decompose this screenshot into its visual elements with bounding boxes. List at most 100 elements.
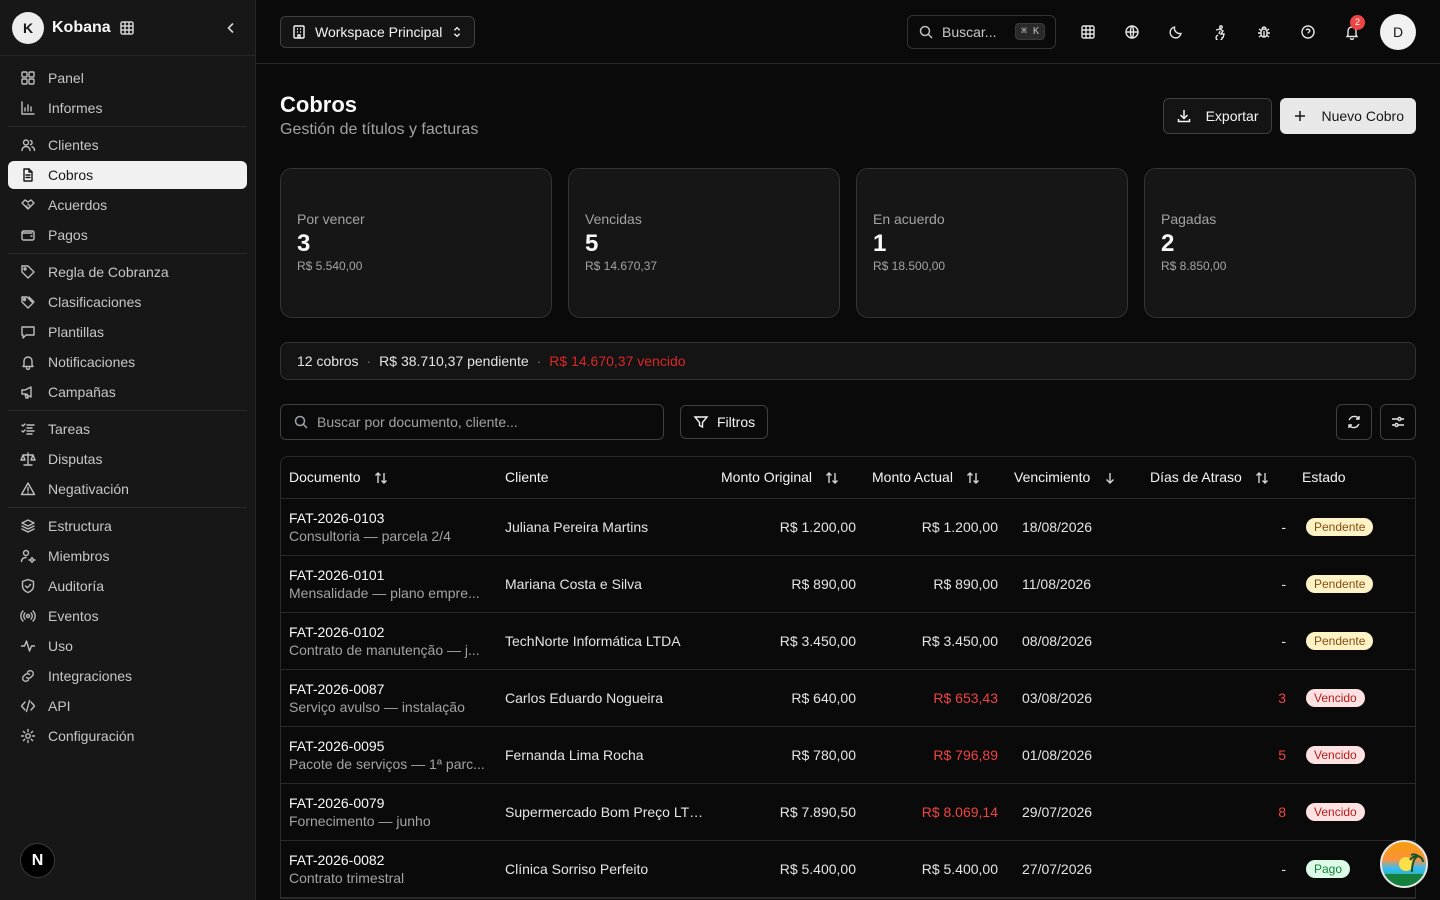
sidebar-item-panel[interactable]: Panel: [8, 64, 247, 92]
sidebar-item-label: Disputas: [48, 451, 103, 467]
stat-amount: R$ 8.850,00: [1161, 259, 1227, 273]
chevron-left-icon[interactable]: [223, 20, 239, 36]
sidebar-item-auditoría[interactable]: Auditoría: [8, 572, 247, 600]
document-id[interactable]: FAT-2026-0103: [289, 510, 489, 526]
document-id[interactable]: FAT-2026-0095: [289, 738, 489, 754]
page-header: Cobros Gestión de títulos y facturas Exp…: [280, 64, 1416, 168]
file-text-icon: [20, 167, 36, 183]
days-overdue-cell: 8: [1142, 783, 1294, 841]
table-row[interactable]: FAT-2026-0103 Consultoria — parcela 2/4 Ju…: [281, 498, 1415, 556]
sidebar-item-plantillas[interactable]: Plantillas: [8, 318, 247, 346]
global-search[interactable]: Buscar... ⌘ K: [907, 14, 1056, 49]
language-button[interactable]: [1110, 15, 1154, 49]
notifications-button[interactable]: 2: [1330, 14, 1374, 49]
sidebar-item-tareas[interactable]: Tareas: [8, 415, 247, 443]
code-icon: [20, 698, 36, 714]
sidebar-item-cobros[interactable]: Cobros: [8, 161, 247, 189]
table-icon[interactable]: [119, 20, 135, 36]
sidebar-nav: Panel Informes Clientes Cobros Acuerdos Pagos…: [0, 56, 255, 758]
sidebar-item-label: Plantillas: [48, 324, 105, 340]
sidebar-item-miembros[interactable]: Miembros: [8, 542, 247, 570]
sidebar-item-clasificaciones[interactable]: Clasificaciones: [8, 288, 247, 316]
user-avatar[interactable]: D: [1380, 13, 1416, 50]
document-id[interactable]: FAT-2026-0101: [289, 567, 489, 583]
sliders-icon: [1390, 414, 1406, 430]
document-id[interactable]: FAT-2026-0082: [289, 852, 489, 868]
stat-card: Por vencer 3 R$ 5.540,00: [280, 168, 552, 318]
column-settings-button[interactable]: [1380, 404, 1416, 440]
table-search-input[interactable]: [317, 414, 637, 430]
table-row[interactable]: FAT-2026-0102 Contrato de manutenção — j.…: [281, 612, 1415, 670]
sidebar-item-disputas[interactable]: Disputas: [8, 445, 247, 473]
sidebar-item-pagos[interactable]: Pagos: [8, 221, 247, 249]
sidebar-item-notificaciones[interactable]: Notificaciones: [8, 348, 247, 376]
sidebar-item-campañas[interactable]: Campañas: [8, 378, 247, 406]
document-cell: FAT-2026-0101 Mensalidade — plano empre..…: [281, 555, 497, 613]
help-button[interactable]: [1286, 15, 1330, 49]
workspace-select[interactable]: Workspace Principal: [280, 15, 476, 48]
sort-arrows-icon[interactable]: [373, 470, 389, 486]
table-search[interactable]: [280, 404, 664, 440]
status-badge: Pendente: [1306, 631, 1374, 650]
table-row[interactable]: FAT-2026-0082 Contrato trimestral Clínica …: [281, 840, 1415, 898]
export-button[interactable]: Exportar: [1162, 98, 1272, 134]
sidebar-item-configuración[interactable]: Configuración: [8, 722, 247, 750]
table-row[interactable]: FAT-2026-0095 Pacote de serviços — 1ª par…: [281, 726, 1415, 784]
document-id[interactable]: FAT-2026-0087: [289, 681, 489, 697]
sidebar-item-label: Estructura: [48, 518, 112, 534]
status-cell: Vencido: [1294, 669, 1415, 727]
theme-toggle-button[interactable]: [1154, 15, 1198, 49]
document-cell: FAT-2026-0102 Contrato de manutenção — j.…: [281, 612, 497, 670]
filters-button[interactable]: Filtros: [680, 405, 769, 439]
stat-count: 2: [1161, 230, 1175, 257]
sidebar-item-acuerdos[interactable]: Acuerdos: [8, 191, 247, 219]
column-header: Estado: [1294, 457, 1415, 499]
debug-button[interactable]: [1242, 15, 1286, 49]
column-header[interactable]: Documento: [281, 457, 497, 499]
new-charge-button[interactable]: Nuevo Cobro: [1279, 98, 1416, 134]
org-avatar[interactable]: K: [12, 11, 44, 44]
column-header[interactable]: Vencimiento: [1006, 457, 1142, 499]
document-id[interactable]: FAT-2026-0102: [289, 624, 489, 640]
column-header[interactable]: Días de Atraso: [1142, 457, 1294, 499]
org-name[interactable]: Kobana: [52, 19, 111, 37]
column-header: Cliente: [497, 457, 713, 499]
sort-arrows-icon[interactable]: [965, 470, 981, 486]
assistant-avatar[interactable]: [1380, 840, 1428, 888]
megaphone-icon: [20, 384, 36, 400]
accessibility-button[interactable]: [1198, 15, 1242, 49]
refresh-button[interactable]: [1336, 404, 1372, 440]
sidebar-item-negativación[interactable]: Negativación: [8, 475, 247, 503]
sidebar-item-clientes[interactable]: Clientes: [8, 131, 247, 159]
sidebar-item-eventos[interactable]: Eventos: [8, 602, 247, 630]
column-header-label: Monto Actual: [872, 468, 953, 485]
shield-check-icon: [20, 578, 36, 594]
radio-icon: [20, 608, 36, 624]
document-cell: FAT-2026-0079 Fornecimento — junho: [281, 783, 497, 841]
refresh-icon: [1346, 414, 1362, 430]
document-id[interactable]: FAT-2026-0079: [289, 795, 489, 811]
framework-badge[interactable]: N: [20, 843, 55, 878]
status-cell: Vencido: [1294, 783, 1415, 841]
sort-arrows-icon[interactable]: [824, 470, 840, 486]
column-header[interactable]: Monto Actual: [864, 457, 1006, 499]
sidebar-item-estructura[interactable]: Estructura: [8, 512, 247, 540]
due-date-cell: 29/07/2026: [1006, 783, 1142, 841]
table-row[interactable]: FAT-2026-0079 Fornecimento — junho Superme…: [281, 783, 1415, 841]
sidebar-item-label: Negativación: [48, 481, 129, 497]
sidebar-item-api[interactable]: API: [8, 692, 247, 720]
sort-arrows-icon[interactable]: [1254, 470, 1270, 486]
sidebar-item-uso[interactable]: Uso: [8, 632, 247, 660]
table-view-button[interactable]: [1066, 15, 1110, 49]
sidebar-item-integraciones[interactable]: Integraciones: [8, 662, 247, 690]
sidebar-item-informes[interactable]: Informes: [8, 94, 247, 122]
table-row[interactable]: FAT-2026-0087 Serviço avulso — instalação…: [281, 669, 1415, 727]
current-amount-cell: R$ 653,43: [864, 669, 1006, 727]
column-header[interactable]: Monto Original: [713, 457, 864, 499]
table-row[interactable]: FAT-2026-0101 Mensalidade — plano empre..…: [281, 555, 1415, 613]
sidebar-item-regla-de-cobranza[interactable]: Regla de Cobranza: [8, 258, 247, 286]
due-date-cell: 08/08/2026: [1006, 612, 1142, 670]
arrow-down-icon[interactable]: [1102, 470, 1118, 486]
client-cell: Mariana Costa e Silva: [497, 555, 713, 613]
original-amount-cell: R$ 640,00: [713, 669, 864, 727]
